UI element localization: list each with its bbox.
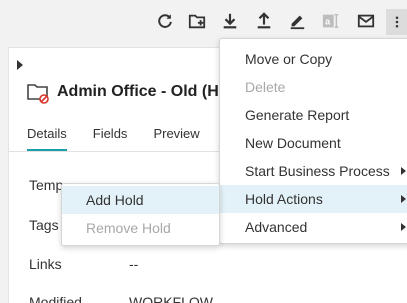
tab-details[interactable]: Details (27, 126, 67, 151)
menu-item-move-or-copy[interactable]: Move or Copy (220, 45, 407, 73)
menu-item-label: Start Business Process (245, 163, 390, 179)
refresh-icon[interactable] (154, 10, 176, 32)
field-label-links: Links (29, 256, 62, 272)
more-icon[interactable] (386, 9, 407, 35)
menu-item-label: Generate Report (245, 107, 350, 123)
field-value-links: -- (129, 256, 139, 272)
add-folder-icon[interactable] (186, 10, 208, 32)
field-label-modified: Modified (29, 294, 82, 303)
menu-item-add-hold[interactable]: Add Hold (62, 186, 219, 214)
chevron-right-icon (401, 167, 406, 175)
menu-item-hold-actions[interactable]: Hold Actions (220, 185, 407, 213)
menu-item-advanced[interactable]: Advanced (220, 213, 407, 241)
chevron-right-icon (401, 223, 406, 231)
menu-item-label: New Document (245, 135, 341, 151)
expand-arrow-icon[interactable] (17, 60, 23, 70)
menu-item-label: Add Hold (86, 192, 144, 208)
hold-actions-submenu: Add Hold Remove Hold (61, 183, 220, 246)
menu-item-delete: Delete (220, 73, 407, 101)
field-label-tags: Tags (29, 217, 59, 233)
menu-item-start-business-process[interactable]: Start Business Process (220, 157, 407, 185)
upload-icon[interactable] (253, 10, 275, 32)
chevron-right-icon (401, 195, 406, 203)
download-icon[interactable] (219, 10, 241, 32)
menu-item-label: Move or Copy (245, 51, 333, 67)
document-header: Admin Office - Old (H (27, 80, 219, 104)
field-value-modified: WORKFLOW (129, 294, 213, 303)
menu-item-label: Advanced (245, 219, 308, 235)
actions-menu: Move or Copy Delete Generate Report New … (219, 38, 407, 244)
sign-icon[interactable] (286, 10, 308, 32)
mail-icon[interactable] (355, 10, 377, 32)
tab-fields[interactable]: Fields (93, 126, 128, 151)
folder-icon (27, 80, 49, 104)
menu-item-generate-report[interactable]: Generate Report (220, 101, 407, 129)
menu-item-label: Hold Actions (245, 191, 323, 207)
menu-item-label: Remove Hold (86, 220, 171, 236)
page-title: Admin Office - Old (H (57, 83, 219, 100)
text-field-icon[interactable]: a (320, 10, 342, 32)
menu-item-new-document[interactable]: New Document (220, 129, 407, 157)
menu-item-remove-hold: Remove Hold (62, 214, 219, 242)
field-label-template: Temp (29, 177, 64, 193)
menu-item-label: Delete (245, 79, 286, 95)
tab-preview[interactable]: Preview (153, 126, 199, 151)
tab-bar: Details Fields Preview (27, 126, 226, 151)
